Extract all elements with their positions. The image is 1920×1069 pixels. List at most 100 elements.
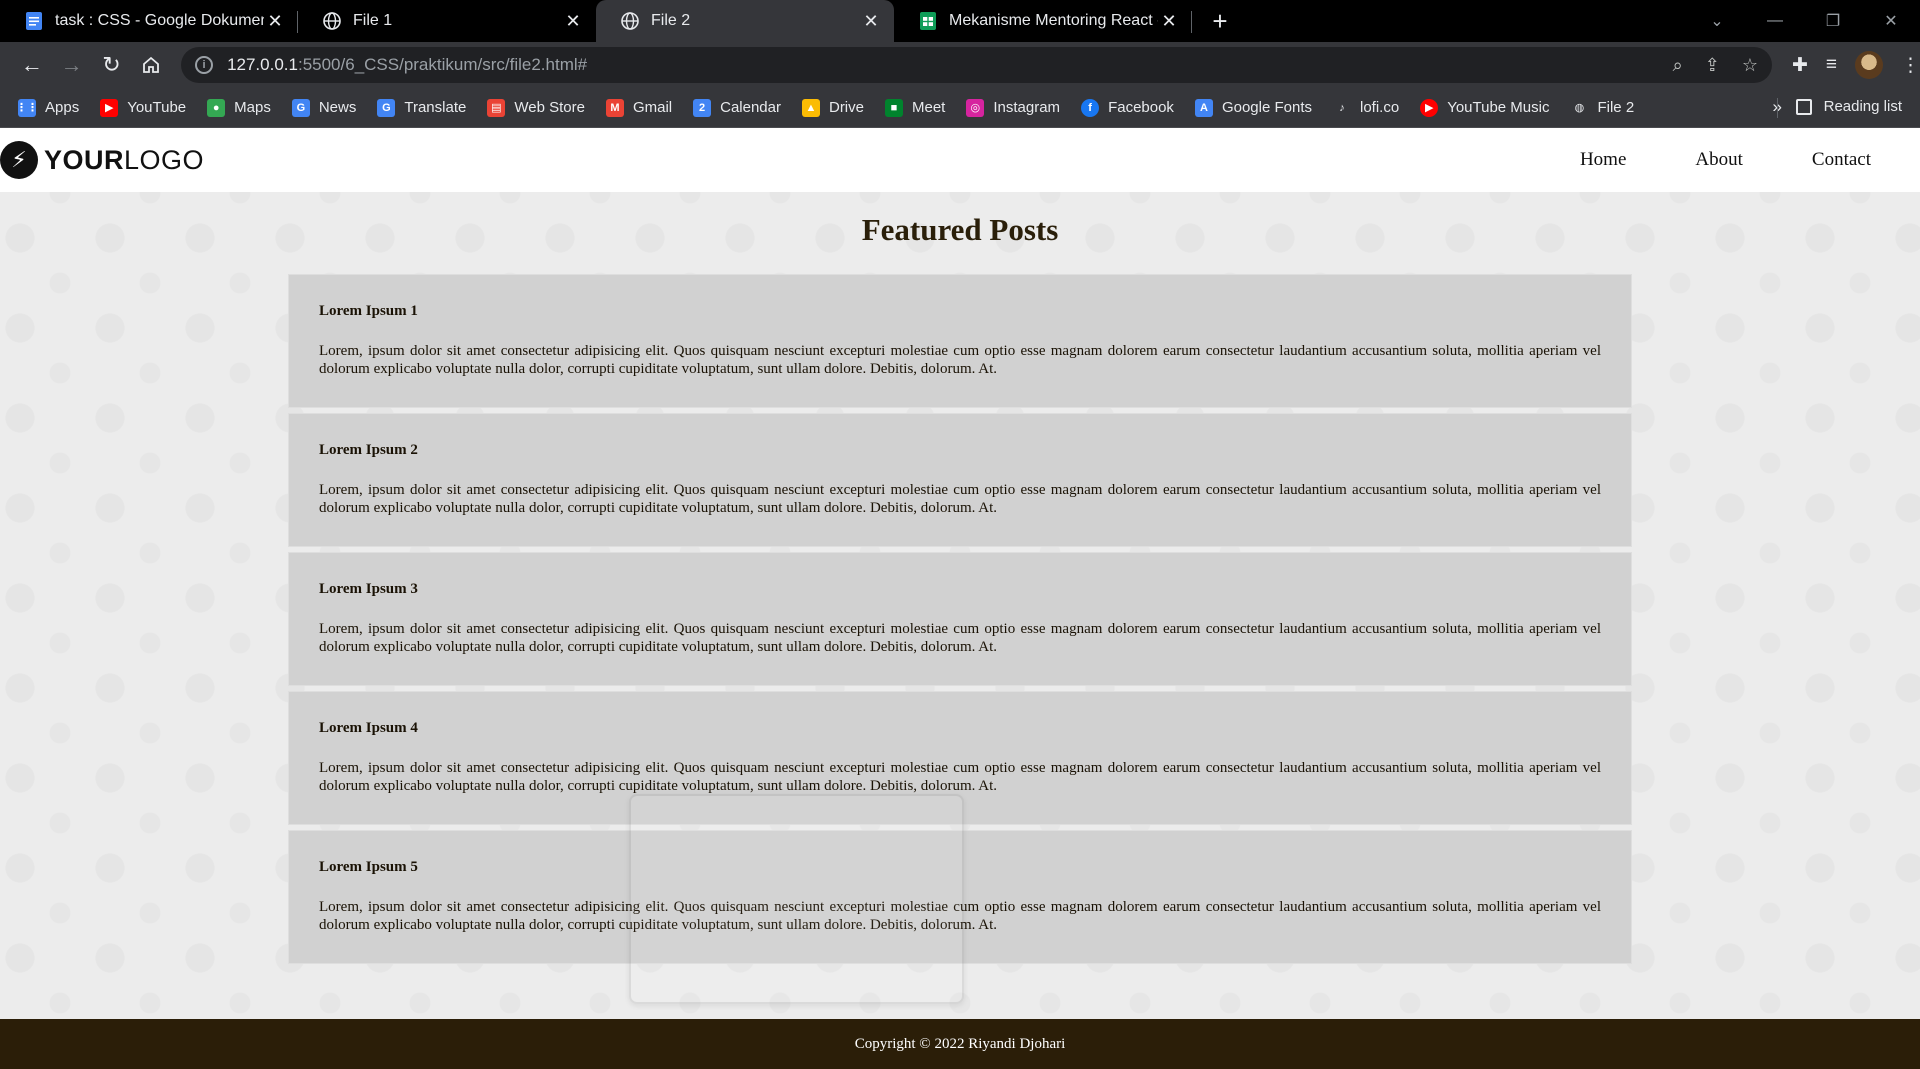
page-viewport: ⚡ YOUR LOGO Home About Contact Featured P…: [0, 128, 1920, 1069]
post-body: Lorem, ipsum dolor sit amet consectetur …: [319, 621, 1601, 655]
reading-list-icon: [1795, 98, 1812, 115]
reading-list-label: Reading list: [1823, 98, 1902, 115]
youtube-music-icon: ▶: [1420, 98, 1439, 117]
nav-about-link[interactable]: About: [1695, 149, 1743, 171]
site-nav: Home About Contact: [1511, 149, 1871, 171]
forward-icon[interactable]: →: [52, 47, 92, 83]
omnibox-actions: ⌕ ⇪ ☆: [1673, 55, 1758, 76]
page-title: Featured Posts: [861, 212, 1059, 247]
close-tab-icon[interactable]: ✕: [1158, 10, 1180, 32]
bookmark-label: Apps: [45, 99, 80, 116]
tab-mekanisme-mentoring[interactable]: Mekanisme Mentoring React - Go ✕: [894, 0, 1192, 42]
url-text: 127.0.0.1:5500/6_CSS/praktikum/src/file2…: [227, 55, 588, 74]
copyright-text: Copyright © 2022 Riyandi Djohari: [854, 1035, 1066, 1052]
web-store-icon: ▤: [487, 98, 506, 117]
bookmarks-bar: ⋮⋮ Apps ▶ YouTube ● Maps G News G Translate ▤…: [0, 88, 1920, 128]
bookmark-translate[interactable]: G Translate: [377, 98, 467, 117]
tab-title: File 2: [651, 12, 691, 29]
restore-icon[interactable]: ❐: [1804, 11, 1862, 31]
bookmark-apps[interactable]: ⋮⋮ Apps: [16, 98, 80, 117]
calendar-icon: 2: [693, 98, 712, 117]
translate-icon: G: [377, 98, 396, 117]
bookmark-label: Instagram: [993, 99, 1061, 116]
extensions-icon[interactable]: ✚: [1792, 54, 1808, 77]
bookmark-meet[interactable]: ■ Meet: [885, 98, 946, 117]
new-tab-button[interactable]: +: [1200, 0, 1240, 42]
maps-pin-icon: ●: [207, 98, 226, 117]
post-body: Lorem, ipsum dolor sit amet consectetur …: [319, 760, 1601, 794]
profile-avatar[interactable]: [1854, 51, 1883, 79]
post-card: Lorem Ipsum 1 Lorem, ipsum dolor sit ame…: [288, 274, 1632, 408]
bookmark-instagram[interactable]: ◎ Instagram: [966, 98, 1061, 117]
back-icon[interactable]: ←: [12, 47, 52, 83]
site-info-icon[interactable]: i: [195, 56, 214, 74]
bookmark-file-2[interactable]: ◍ File 2: [1570, 99, 1635, 117]
bookmark-label: Meet: [912, 99, 946, 116]
instagram-icon: ◎: [966, 98, 985, 117]
lofi-icon: ♪: [1339, 101, 1345, 114]
nav-home-link[interactable]: Home: [1580, 149, 1626, 171]
bookmark-label: Web Store: [514, 99, 585, 116]
close-window-icon[interactable]: ✕: [1862, 11, 1920, 31]
bookmark-maps[interactable]: ● Maps: [207, 98, 271, 117]
google-fonts-icon: A: [1194, 98, 1213, 117]
bookmark-web-store[interactable]: ▤ Web Store: [487, 98, 585, 117]
bookmark-label: YouTube Music: [1447, 99, 1550, 116]
address-bar[interactable]: i 127.0.0.1:5500/6_CSS/praktikum/src/fil…: [181, 47, 1772, 83]
post-title: Lorem Ipsum 4: [319, 720, 418, 736]
facebook-icon: f: [1081, 98, 1100, 117]
apps-grid-icon: ⋮⋮: [16, 98, 38, 117]
bookmark-label: Translate: [404, 99, 467, 116]
site-footer: Copyright © 2022 Riyandi Djohari: [0, 1019, 1920, 1069]
tab-google-docs[interactable]: task : CSS - Google Dokumen ✕: [0, 0, 298, 42]
bookmark-label: File 2: [1597, 99, 1635, 116]
bookmark-star-icon[interactable]: ☆: [1742, 55, 1758, 76]
tab-file-1[interactable]: File 1 ✕: [298, 0, 596, 42]
window-controls: ⌄ — ❐ ✕: [1688, 0, 1920, 42]
site-logo[interactable]: ⚡ YOUR LOGO: [0, 141, 204, 179]
bookmark-lofi[interactable]: ♪ lofi.co: [1333, 99, 1399, 117]
close-tab-icon[interactable]: ✕: [264, 10, 286, 32]
share-icon[interactable]: ⇪: [1705, 55, 1720, 76]
post-title: Lorem Ipsum 3: [319, 581, 418, 597]
youtube-icon: ▶: [100, 98, 119, 117]
bookmark-calendar[interactable]: 2 Calendar: [693, 98, 781, 117]
logo-text-bold: YOUR: [44, 144, 125, 175]
tab-strip: task : CSS - Google Dokumen ✕ File 1 ✕ F…: [0, 0, 1920, 42]
bookmark-label: Google Fonts: [1221, 99, 1312, 116]
bookmark-facebook[interactable]: f Facebook: [1081, 98, 1174, 117]
bookmark-youtube[interactable]: ▶ YouTube: [100, 98, 187, 117]
floating-overlay-panel: [629, 794, 964, 1004]
toolbar-right: ✚ ≡ ⋮: [1792, 51, 1920, 79]
bookmark-label: Maps: [234, 99, 271, 116]
nav-contact-link[interactable]: Contact: [1812, 149, 1871, 171]
reading-list-button[interactable]: Reading list: [1795, 98, 1902, 115]
close-tab-icon[interactable]: ✕: [860, 10, 882, 32]
globe-icon: [621, 12, 639, 30]
reload-icon[interactable]: ↻: [92, 47, 132, 83]
media-queue-icon[interactable]: ≡: [1826, 54, 1837, 76]
bookmark-label: Calendar: [720, 99, 781, 116]
bookmark-drive[interactable]: ▲ Drive: [801, 98, 864, 117]
bookmark-label: Gmail: [632, 99, 673, 116]
minimize-icon[interactable]: —: [1746, 12, 1804, 30]
globe-icon: ◍: [1574, 102, 1585, 114]
bookmark-gmail[interactable]: M Gmail: [605, 98, 673, 117]
bookmark-google-fonts[interactable]: A Google Fonts: [1194, 98, 1312, 117]
post-title: Lorem Ipsum 1: [319, 303, 418, 319]
bookmark-label: YouTube: [127, 99, 187, 116]
close-tab-icon[interactable]: ✕: [562, 10, 584, 32]
meet-icon: ■: [885, 98, 903, 117]
sheets-icon: [919, 12, 937, 30]
docs-icon: [25, 12, 43, 30]
bookmark-label: News: [318, 99, 357, 116]
zoom-icon[interactable]: ⌕: [1673, 55, 1683, 76]
tab-file-2[interactable]: File 2 ✕: [596, 0, 894, 42]
bookmark-youtube-music[interactable]: ▶ YouTube Music: [1420, 98, 1550, 117]
home-icon[interactable]: [131, 47, 171, 83]
bookmark-news[interactable]: G News: [291, 98, 357, 117]
tab-search-icon[interactable]: ⌄: [1688, 11, 1746, 31]
globe-icon: [323, 12, 341, 30]
menu-kebab-icon[interactable]: ⋮: [1901, 54, 1920, 77]
tab-title: Mekanisme Mentoring React - Go: [949, 12, 1158, 29]
